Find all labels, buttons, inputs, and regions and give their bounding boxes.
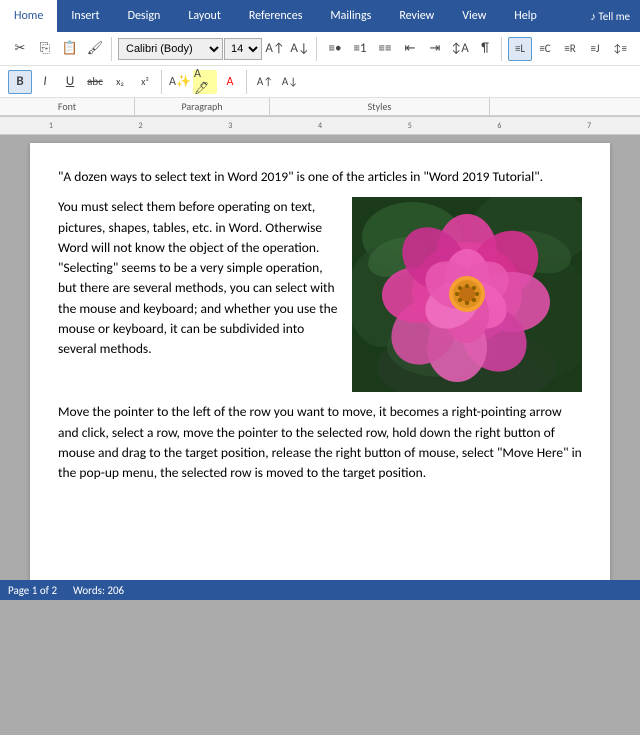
numbering-button[interactable]: ≡1: [348, 37, 372, 61]
align-right-button[interactable]: ≡R: [558, 37, 582, 61]
font-size-select[interactable]: 14: [224, 38, 262, 60]
font-group-top: Calibri (Body) 14 A↑ A↓: [114, 37, 317, 61]
multilevel-button[interactable]: ≡≡: [373, 37, 397, 61]
page-info: Page 1 of 2: [8, 584, 57, 597]
font-size-group: A↑ A↓: [249, 70, 306, 94]
decrease-font-button[interactable]: A↓: [288, 37, 312, 61]
clipboard-group: ✂ ⎘ 📋 🖌: [4, 37, 112, 61]
flower-image: [352, 197, 582, 392]
ribbon: ✂ ⎘ 📋 🖌 Calibri (Body) 14 A↑ A↓ ≡• ≡1 ≡≡…: [0, 32, 640, 117]
ruler: 1 2 3 4 5 6 7: [0, 117, 640, 135]
font-group-label: Font: [0, 98, 135, 115]
tab-home[interactable]: Home: [0, 0, 57, 32]
tab-mailings[interactable]: Mailings: [316, 0, 385, 32]
align-group: ≡L ≡C ≡R ≡J ↕≡ ░ ⊡: [504, 37, 640, 61]
highlight-button[interactable]: A🖊: [193, 70, 217, 94]
line-spacing-button[interactable]: ↕≡: [608, 37, 632, 61]
paragraph-3: Move the pointer to the left of the row …: [58, 402, 582, 483]
subscript-button[interactable]: x₂: [108, 70, 132, 94]
increase-font-button[interactable]: A↑: [263, 37, 287, 61]
show-formatting-button[interactable]: ¶: [473, 37, 497, 61]
tab-layout[interactable]: Layout: [174, 0, 235, 32]
paste-button[interactable]: 📋: [58, 37, 82, 61]
flower-image-container: [352, 197, 582, 392]
font-family-select[interactable]: Calibri (Body): [118, 38, 223, 60]
sort-button[interactable]: ↕A: [448, 37, 472, 61]
tell-me-label: ♪ Tell me: [590, 10, 630, 23]
strikethrough-button[interactable]: abc: [83, 70, 107, 94]
document-page: "A dozen ways to select text in Word 201…: [30, 143, 610, 583]
bullets-button[interactable]: ≡•: [323, 37, 347, 61]
shading-button[interactable]: ░: [633, 37, 640, 61]
word-count: Words: 206: [73, 584, 124, 597]
tab-help[interactable]: Help: [500, 0, 551, 32]
shrink-font-button[interactable]: A↓: [278, 70, 302, 94]
color-group: A✨ A🖊 A: [164, 70, 247, 94]
copy-button[interactable]: ⎘: [33, 37, 57, 61]
menu-bar: Home Insert Design Layout References Mai…: [0, 0, 640, 32]
tab-review[interactable]: Review: [385, 0, 448, 32]
ruler-marks: 1 2 3 4 5 6 7: [6, 121, 634, 131]
paragraph-group-label: Paragraph: [135, 98, 270, 115]
lists-group: ≡• ≡1 ≡≡ ⇤ ⇥ ↕A ¶: [319, 37, 502, 61]
toolbar-row1: ✂ ⎘ 📋 🖌 Calibri (Body) 14 A↑ A↓ ≡• ≡1 ≡≡…: [0, 32, 640, 66]
tab-view[interactable]: View: [448, 0, 500, 32]
increase-indent-button[interactable]: ⇥: [423, 37, 447, 61]
tab-insert[interactable]: Insert: [57, 0, 113, 32]
paragraph-2-text: You must select them before operating on…: [58, 197, 338, 392]
italic-button[interactable]: I: [33, 70, 57, 94]
tab-references[interactable]: References: [235, 0, 317, 32]
paragraph-1: "A dozen ways to select text in Word 201…: [58, 167, 582, 187]
format-group: B I U abc x₂ x²: [4, 70, 162, 94]
status-bar: Page 1 of 2 Words: 206: [0, 580, 640, 600]
cut-button[interactable]: ✂: [8, 37, 32, 61]
styles-group-label: Styles: [270, 98, 490, 115]
bold-button[interactable]: B: [8, 70, 32, 94]
format-painter-button[interactable]: 🖌: [83, 37, 107, 61]
decrease-indent-button[interactable]: ⇤: [398, 37, 422, 61]
align-left-button[interactable]: ≡L: [508, 37, 532, 61]
text-effect-button[interactable]: A✨: [168, 70, 192, 94]
superscript-button[interactable]: x²: [133, 70, 157, 94]
tab-design[interactable]: Design: [114, 0, 175, 32]
tell-me[interactable]: ♪ Tell me: [580, 0, 640, 32]
paragraph-2-with-image: You must select them before operating on…: [58, 197, 582, 392]
justify-button[interactable]: ≡J: [583, 37, 607, 61]
toolbar-row2: B I U abc x₂ x² A✨ A🖊 A A↑ A↓: [0, 66, 640, 98]
grow-font-button[interactable]: A↑: [253, 70, 277, 94]
group-labels: Font Paragraph Styles: [0, 98, 640, 116]
font-color-button[interactable]: A: [218, 70, 242, 94]
document-area[interactable]: "A dozen ways to select text in Word 201…: [0, 135, 640, 735]
underline-button[interactable]: U: [58, 70, 82, 94]
align-center-button[interactable]: ≡C: [533, 37, 557, 61]
